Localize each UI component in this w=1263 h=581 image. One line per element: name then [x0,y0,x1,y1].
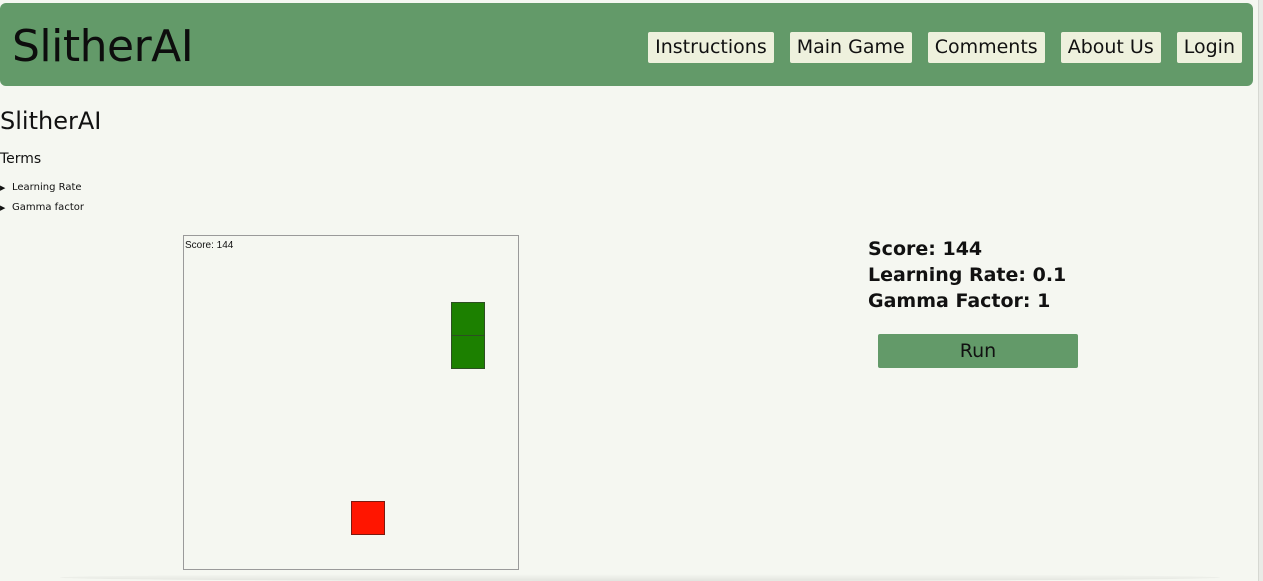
term-learning-rate[interactable]: ▶ Learning Rate [0,182,82,193]
nav-about-us[interactable]: About Us [1060,32,1161,63]
terms-heading: Terms [0,151,42,167]
stats-panel: Score: 144 Learning Rate: 0.1 Gamma Fact… [868,236,1066,314]
snake-segment [451,302,485,336]
page-title: SlitherAI [0,107,102,135]
nav-instructions[interactable]: Instructions [648,32,774,63]
stat-gamma-factor: Gamma Factor: 1 [868,290,1051,312]
vertical-scrollbar[interactable] [1258,0,1263,581]
disclosure-triangle-icon: ▶ [0,203,6,212]
board-score-text: Score: 144 [185,240,234,251]
stat-learning-rate: Learning Rate: 0.1 [868,264,1067,286]
game-board[interactable]: Score: 144 [183,235,519,570]
food-item [351,501,385,535]
term-label: Gamma factor [12,202,84,213]
nav-main-game[interactable]: Main Game [789,32,912,63]
snake-segment [451,335,485,369]
run-button[interactable]: Run [878,334,1078,368]
bottom-shadow [60,574,1220,581]
nav-comments[interactable]: Comments [927,32,1045,63]
term-label: Learning Rate [12,182,82,193]
top-header: SlitherAI Instructions Main Game Comment… [0,3,1253,86]
disclosure-triangle-icon: ▶ [0,183,6,192]
stat-score: Score: 144 [868,238,983,260]
main-nav: Instructions Main Game Comments About Us… [648,32,1242,63]
brand-logo-text[interactable]: SlitherAI [12,21,194,73]
nav-login[interactable]: Login [1176,32,1242,63]
term-gamma-factor[interactable]: ▶ Gamma factor [0,202,84,213]
